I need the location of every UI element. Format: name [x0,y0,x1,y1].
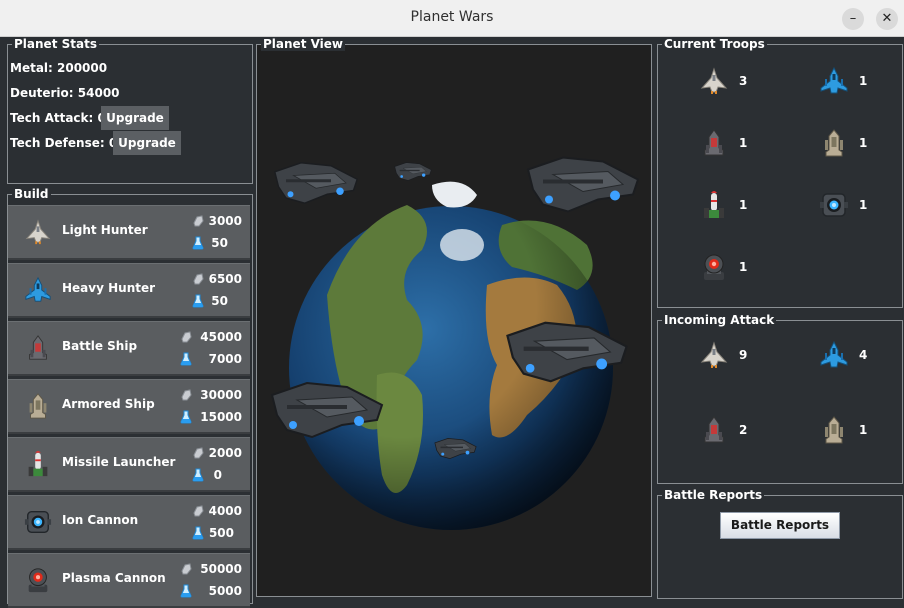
polar-ice [432,181,477,208]
heavy-hunter-icon [819,66,849,96]
deuterio-cost: 50 [211,294,228,308]
build-missile-launcher[interactable]: Missile Launcher 2000 0 [8,437,250,492]
close-button[interactable]: ✕ [876,8,898,30]
missile-launcher-icon [24,450,52,478]
attack-count: 1 [859,423,868,437]
metal-stat: Metal: 200000 [10,61,108,75]
deuterio-cost: 15000 [200,410,242,424]
attack-count: 4 [859,348,868,362]
battle-reports-panel: Battle Reports [657,488,903,599]
metal-cost: 50000 [200,562,242,576]
metal-icon [179,330,193,344]
build-item-name: Plasma Cannon [62,571,166,585]
build-battle-ship[interactable]: Battle Ship 45000 7000 [8,321,250,376]
metal-cost: 2000 [208,446,242,460]
build-item-name: Armored Ship [62,397,155,411]
ion-cannon-icon [24,508,52,536]
build-item-name: Light Hunter [62,223,148,237]
orbit-ship-6 [394,162,432,181]
orbit-ship-2 [526,156,640,213]
planet-view-legend: Planet View [261,37,346,51]
deuterio-cost: 50 [211,236,228,250]
deuterio-cost: 500 [208,526,234,540]
light-hunter-icon [24,218,52,246]
build-item-name: Missile Launcher [62,455,176,469]
battle-ship-icon [699,128,729,158]
battle-reports-button[interactable]: Battle Reports [720,512,840,539]
troop-count: 1 [739,198,748,212]
battle-reports-legend: Battle Reports [662,488,765,502]
light-hunter-icon [699,340,729,370]
metal-icon [179,388,193,402]
deuterio-icon [179,352,193,366]
planet-stats-legend: Planet Stats [12,37,99,51]
window-titlebar: Planet Wars – ✕ [0,0,904,37]
deuterio-cost: 0 [213,468,222,482]
deuterio-cost: 7000 [208,352,242,366]
battle-ship-icon [699,415,729,445]
troop-count: 1 [859,74,868,88]
deuterio-stat: Deuterio: 54000 [10,86,120,100]
planet-view-panel: Planet View [256,37,652,597]
incoming-attack-legend: Incoming Attack [662,313,777,327]
attack-count: 9 [739,348,748,362]
build-item-name: Battle Ship [62,339,138,353]
troop-count: 1 [859,136,868,150]
build-plasma-cannon[interactable]: Plasma Cannon 50000 5000 [8,553,250,608]
build-item-name: Ion Cannon [62,513,139,527]
metal-cost: 45000 [200,330,242,344]
deuterio-icon [179,584,193,598]
heavy-hunter-icon [819,340,849,370]
deuterio-icon [179,410,193,424]
upgrade-attack-button[interactable]: Upgrade [101,106,169,130]
minimize-icon: – [849,11,857,26]
deuterio-cost: 5000 [208,584,242,598]
metal-cost: 3000 [208,214,242,228]
ion-cannon-icon [819,190,849,220]
metal-cost: 30000 [200,388,242,402]
metal-cost: 6500 [208,272,242,286]
planet-stats-panel: Planet Stats Metal: 200000 Deuterio: 540… [7,37,253,184]
current-troops-legend: Current Troops [662,37,767,51]
minimize-button[interactable]: – [842,8,864,30]
armored-ship-icon [24,392,52,420]
armored-ship-icon [819,415,849,445]
metal-cost: 4000 [208,504,242,518]
build-armored-ship[interactable]: Armored Ship 30000 15000 [8,379,250,434]
troop-count: 3 [739,74,748,88]
attack-count: 2 [739,423,748,437]
armored-ship-icon [819,128,849,158]
build-heavy-hunter[interactable]: Heavy Hunter 6500 50 [8,263,250,318]
heavy-hunter-icon [24,276,52,304]
light-hunter-icon [699,66,729,96]
build-ion-cannon[interactable]: Ion Cannon 4000 500 [8,495,250,550]
build-item-name: Heavy Hunter [62,281,156,295]
planet-illustration [270,156,640,530]
window-title: Planet Wars [410,9,494,25]
build-legend: Build [12,187,51,201]
metal-icon [179,562,193,576]
troop-count: 1 [739,136,748,150]
plasma-cannon-icon [699,252,729,282]
missile-launcher-icon [699,190,729,220]
tech-defense-stat: Tech Defense: 0 [10,136,118,150]
tech-attack-stat: Tech Attack: 0 [10,111,106,125]
upgrade-defense-button[interactable]: Upgrade [113,131,181,155]
close-icon: ✕ [881,11,893,26]
orbit-ship-1 [273,161,359,205]
battle-ship-icon [24,334,52,362]
troop-count: 1 [859,198,868,212]
troop-count: 1 [739,260,748,274]
incoming-attack-panel: Incoming Attack [657,313,903,484]
build-light-hunter[interactable]: Light Hunter 3000 50 [8,205,250,260]
plasma-cannon-icon [24,566,52,594]
